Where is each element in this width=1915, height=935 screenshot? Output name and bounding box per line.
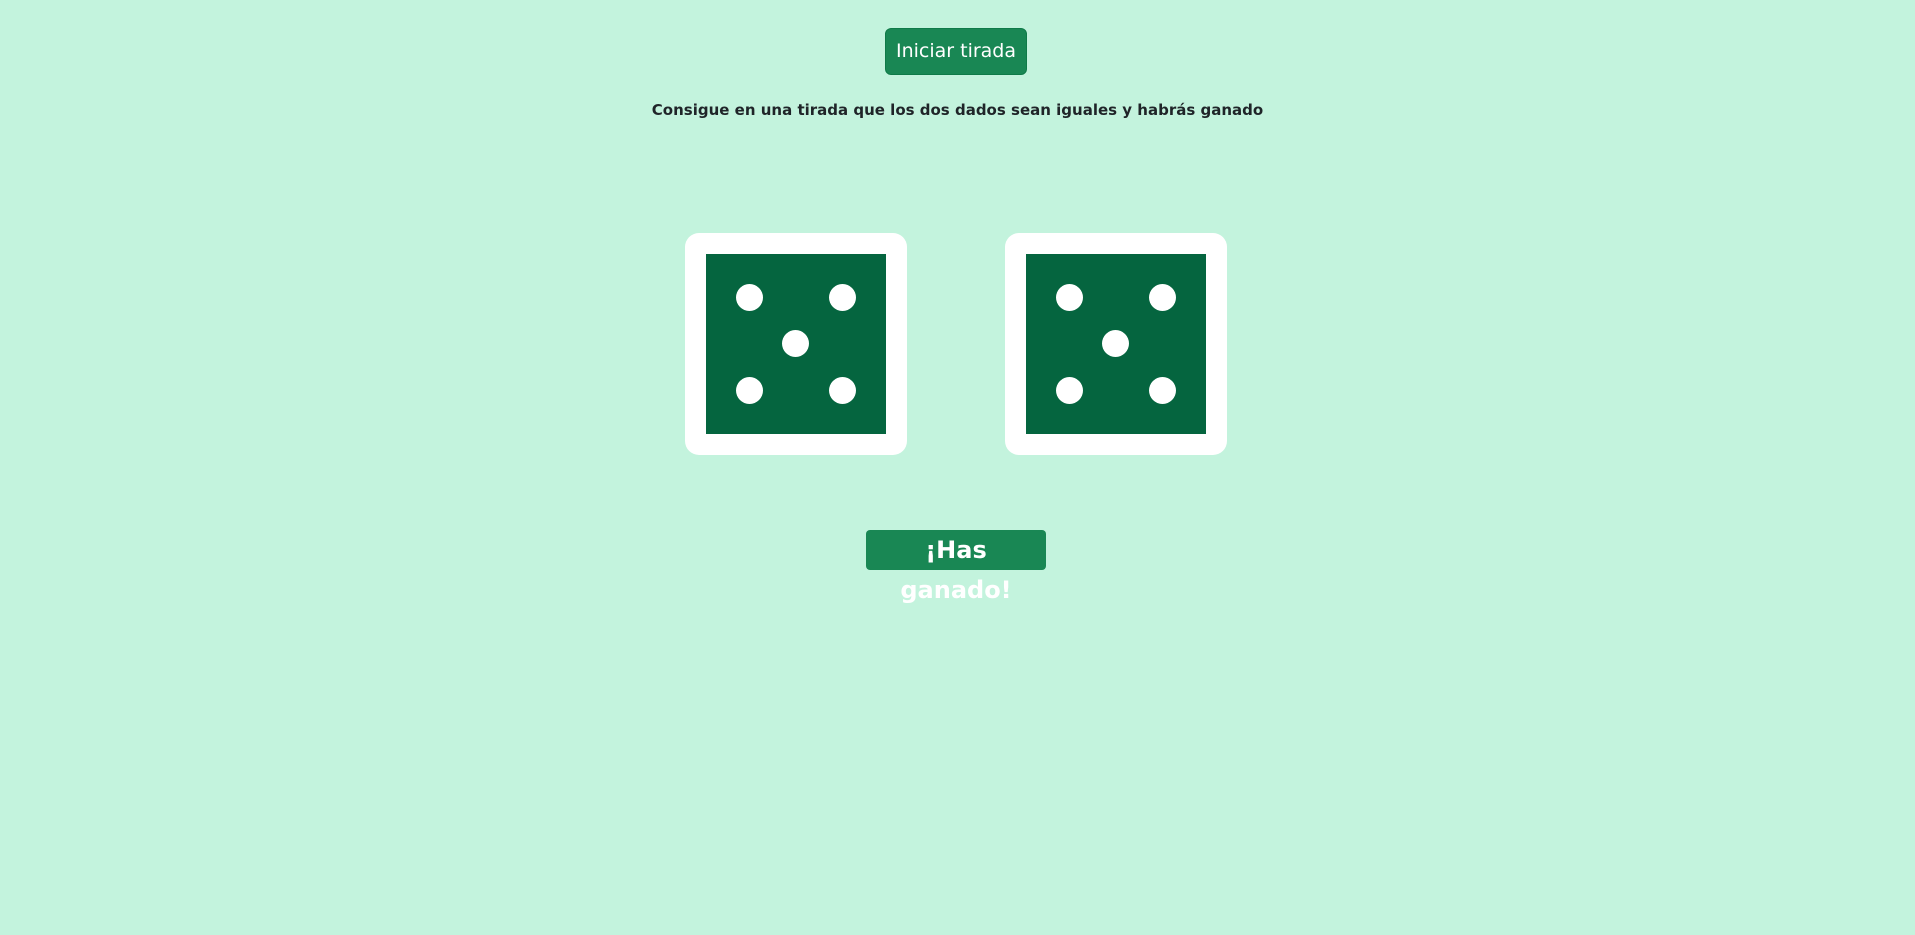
dice-row bbox=[685, 233, 1227, 455]
die-pip bbox=[782, 330, 809, 357]
die-2[interactable] bbox=[1005, 233, 1227, 455]
die-pip bbox=[736, 284, 763, 311]
instructions-text: Consigue en una tirada que los dos dados… bbox=[651, 101, 1264, 119]
die-pip bbox=[829, 284, 856, 311]
die-pip bbox=[1102, 330, 1129, 357]
die-pip bbox=[1056, 377, 1083, 404]
die-1-face bbox=[706, 254, 886, 434]
die-2-face bbox=[1026, 254, 1206, 434]
die-pip bbox=[829, 377, 856, 404]
roll-dice-button[interactable]: Iniciar tirada bbox=[885, 28, 1027, 75]
die-pip bbox=[736, 377, 763, 404]
die-1[interactable] bbox=[685, 233, 907, 455]
die-pip bbox=[1149, 284, 1176, 311]
die-pip bbox=[1149, 377, 1176, 404]
die-pip bbox=[1056, 284, 1083, 311]
win-message-badge: ¡Has ganado! bbox=[866, 530, 1046, 604]
